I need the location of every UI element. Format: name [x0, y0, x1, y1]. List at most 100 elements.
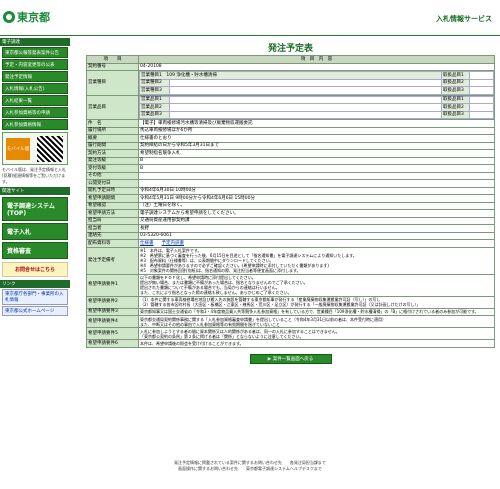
shumoku-subrow: 営業種目3 取扱品目3: [139, 86, 494, 95]
table-row: 発注予定備考 ※1 本件は、電子入札案件です。 ※2 希望票に基づく審査を行った後…: [86, 246, 495, 275]
sidebar-item-6[interactable]: 入札参加資格情報: [2, 119, 68, 130]
hinmoku-name: 営業品目2: [139, 103, 170, 112]
sidebar-big-1[interactable]: 電子入札: [2, 223, 68, 240]
row-value: 本件は、希望申請後の照会を受け付けることができます。: [138, 339, 495, 348]
footer-line2: 画面操作に関するお問い合わせ先 東京都電子調達システムヘルプデスクまで: [178, 466, 322, 471]
mobile-box: モバイル版: [2, 132, 68, 165]
row-label: 担当局: [86, 216, 139, 225]
row-label: 希望申請要件1: [86, 273, 139, 297]
table-row: 営業品目 営業品目1 取扱品目1 営業品目2 取扱品目2 営業品目3 取扱品目3: [86, 94, 495, 120]
hinmoku-value: [469, 78, 494, 87]
mobile-label[interactable]: モバイル版: [6, 138, 30, 160]
row-value: 契約締結の日から令和5年3月31日まで: [138, 141, 495, 150]
hinmoku-name: 営業品目1: [139, 95, 170, 104]
row-value: 馬込車両検修場ほか6か所: [138, 126, 495, 135]
row-label: 契約方法: [86, 149, 139, 158]
row-label: 受付等級: [86, 164, 139, 173]
hinmoku-value: [469, 71, 494, 80]
row-value: 入札に参加しようとする者の間に資本関係又は人的関係がある者は、同一の入札に参加す…: [138, 327, 495, 340]
back-label: 案件一覧画面へ戻る: [272, 356, 314, 362]
sidebar-big-0[interactable]: 電子調達システム(TOP): [2, 197, 68, 221]
row-label: 概要: [86, 134, 139, 143]
row-label: 希望申請要件3: [86, 307, 139, 316]
doc-link-spec[interactable]: 仕様書: [140, 241, 154, 246]
link-1[interactable]: 東京都公式ホームページ: [2, 306, 68, 316]
sidebar-item-3[interactable]: 入札情報(入札公告): [2, 83, 68, 94]
sidebar-item-0[interactable]: 東京都公報等発表案件公告: [2, 47, 68, 58]
sidebar-item-1[interactable]: 予定・内容変更等の公表: [2, 59, 68, 70]
row-label: 希望申請要件6: [86, 339, 139, 348]
sidebar-item-5[interactable]: 入札参加資格等の申請: [2, 107, 68, 118]
row-value: （1）本件に関する車両検修場在地及び搬入先の施設を管轄する東京都知事が発行する「…: [138, 295, 495, 309]
header: 東京都 入札情報サービス: [0, 0, 500, 36]
table-row: その他: [86, 171, 495, 180]
row-value: 電子調達システムから希望申請をしてください。: [138, 209, 495, 218]
doc-link-estimate[interactable]: 予定内訳書: [162, 241, 185, 246]
hinmoku-subrow: 営業品目2 取扱品目2: [139, 103, 494, 112]
hinmoku-label: 取扱品目2: [441, 103, 470, 112]
row-value: 令和4年5月31日 9時00分から令和4年6月6日 15時00分: [138, 194, 495, 203]
row-label: 営業品目: [86, 94, 139, 120]
shumoku-subrow: 営業種目2 取扱品目2: [139, 78, 494, 87]
head-content: 項 目 内 容: [138, 55, 495, 64]
hinmoku-value: [469, 110, 494, 119]
sidebar: 電子調達 東京都公報等発表案件公告 予定・内容変更等の公表 発注予定情報 入札情…: [0, 38, 70, 448]
sidebar-title: 電子調達: [0, 38, 70, 46]
row-label: 担当者: [86, 224, 139, 233]
table-row: 履行場所 馬込車両検修場ほか6か所: [86, 126, 495, 135]
row-value: 東京都交通局契約関係事務に関する「入札参加資格審査申請書」を提出していること（令…: [138, 315, 495, 328]
table-row: 連絡先 03-5320-6061: [86, 231, 495, 240]
row-value: 営業品目1 取扱品目1 営業品目2 取扱品目2 営業品目3 取扱品目3: [138, 94, 495, 120]
row-value: 04-20108: [138, 62, 495, 71]
row-label: その他: [86, 171, 139, 180]
back-button[interactable]: ▶ 案件一覧画面へ戻る: [249, 353, 332, 364]
hinmoku-label: 取扱品目2: [441, 78, 470, 87]
row-value: 仕様書のとおり: [138, 134, 495, 143]
footer: 発注予定情報に掲載されている案件に関するお問い合わせ先 各発注局担当課まで 画面…: [0, 460, 500, 472]
tokyo-logo[interactable]: 東京都: [3, 9, 50, 25]
table-row: 希望申請要件5 入札に参加しようとする者の間に資本関係又は人的関係がある者は、同一…: [86, 327, 495, 340]
logo-text: 東京都: [17, 11, 50, 24]
row-value: ※1 本件は、電子入札案件です。 ※2 希望票に基づく審査を行った後、6月15日…: [138, 246, 495, 275]
row-label: 希望申請要件2: [86, 295, 139, 309]
shumoku-value: [169, 78, 442, 87]
row-label: 配布資料等: [86, 239, 139, 248]
table-row: 営業種目 営業種目1 109 浄化槽・貯水槽清掃 取扱品目1 営業種目2 取扱品目2 営業…: [86, 70, 495, 96]
row-label: 希望申請期間: [86, 194, 139, 203]
table-row: 希望申請要件6 本件は、希望申請後の照会を受け付けることができます。: [86, 339, 495, 348]
row-label: 発注等級: [86, 156, 139, 165]
sidebar-item-4[interactable]: 入札結果一覧: [2, 95, 68, 106]
tokyo-emblem-icon: [3, 11, 15, 23]
table-row: 履行期間 契約締結の日から令和5年3月31日まで: [86, 141, 495, 150]
hinmoku-label: 取扱品目1: [441, 71, 470, 80]
hinmoku-label: 取扱品目3: [441, 86, 470, 95]
shumoku-subtable: 営業種目1 109 浄化槽・貯水槽清掃 取扱品目1 営業種目2 取扱品目2 営業種目3 取…: [139, 71, 494, 95]
link-0[interactable]: 東京都庁各部門・事業所の入札情報: [2, 289, 68, 305]
table-row: 受付等級 B: [86, 164, 495, 173]
row-label: 希望確認: [86, 201, 139, 210]
hinmoku-label: 取扱品目1: [441, 95, 470, 104]
row-value: 03-5320-6061: [138, 231, 495, 240]
table-row: 公開受付日: [86, 179, 495, 188]
sidebar-item-2[interactable]: 発注予定情報: [2, 71, 68, 82]
table-header: 項 目 項 目 内 容: [86, 55, 495, 64]
table-row: 希望申請要件3 東京都知事又は国土交通省の「令和3・4年度物品買入共等競争入札参加…: [86, 307, 495, 316]
chat-button[interactable]: お問合せはこちら: [2, 262, 68, 277]
row-value: B: [138, 156, 495, 165]
row-value: 東京都知事又は国土交通省の「令和3・4年度物品買入共等競争入札参加資格」を有して…: [138, 307, 495, 316]
row-label: 営業種目: [86, 70, 139, 96]
hinmoku-value: [169, 103, 442, 112]
shumoku-name: 営業種目1 109 浄化槽・貯水槽清掃: [139, 71, 442, 80]
hinmoku-value: [169, 95, 442, 104]
row-label: 件 名: [86, 119, 139, 128]
table-row: 希望申請要件2 （1）本件に関する車両検修場在地及び搬入先の施設を管轄する東京都知…: [86, 295, 495, 309]
shumoku-subrow: 営業種目1 109 浄化槽・貯水槽清掃 取扱品目1: [139, 71, 494, 80]
sidebar-big-2[interactable]: 資格審査: [2, 242, 68, 259]
row-label: 公開受付日: [86, 179, 139, 188]
table-row: 契約方法 希望制指名競争入札: [86, 149, 495, 158]
row-value: 希望制指名競争入札: [138, 149, 495, 158]
row-value: [138, 179, 495, 188]
table-row: 概要 仕様書のとおり: [86, 134, 495, 143]
row-value: 営業種目1 109 浄化槽・貯水槽清掃 取扱品目1 営業種目2 取扱品目2 営業種目3 取…: [138, 70, 495, 96]
table-row: 希望申請方法 電子調達システムから希望申請をしてください。: [86, 209, 495, 218]
